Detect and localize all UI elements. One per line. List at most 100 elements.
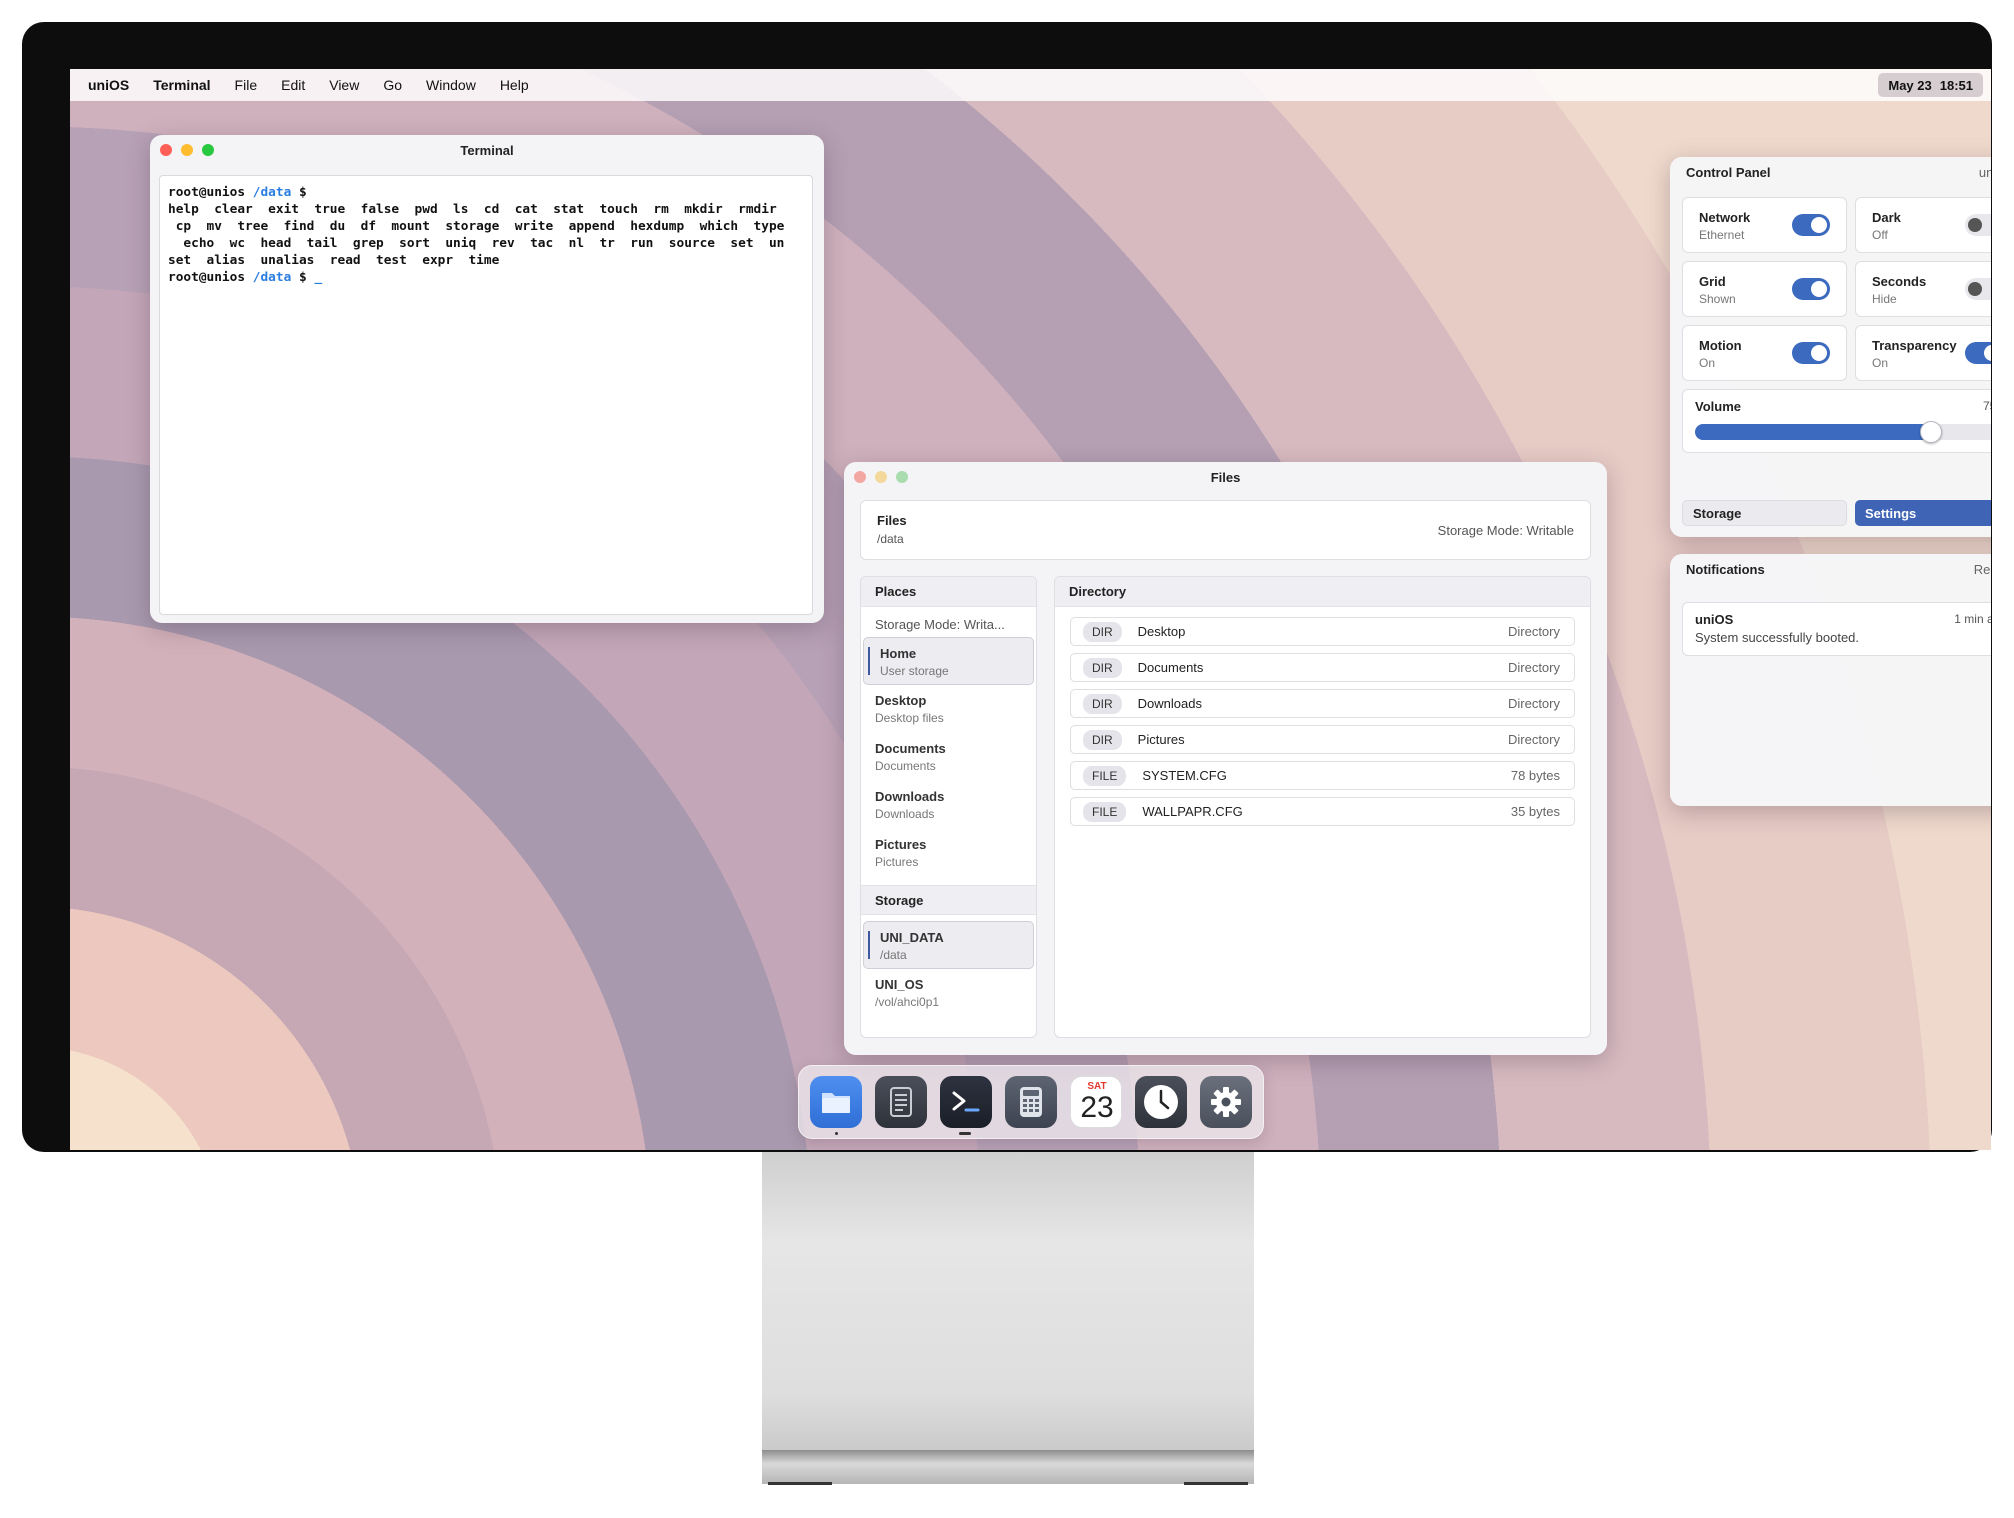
terminal-output[interactable]: root@unios /data $ help clear exit true f… xyxy=(159,175,813,615)
clock-time: 18:51 xyxy=(1939,77,1973,93)
transparency-toggle[interactable] xyxy=(1965,342,1991,364)
files-title: Files xyxy=(1210,469,1241,485)
terminal-output-line: echo wc head tail grep sort uniq rev tac… xyxy=(168,236,785,251)
volume-name: UNI_OS xyxy=(875,977,924,992)
files-window[interactable]: Files Files /data Storage Mode: Writable… xyxy=(844,462,1607,1055)
close-button[interactable] xyxy=(854,471,866,483)
toggle-knob xyxy=(1984,345,1991,361)
prompt-sign: $ xyxy=(299,270,307,285)
volume-slider-handle[interactable] xyxy=(1919,421,1942,443)
prompt-user: root@unios xyxy=(168,270,246,285)
notifications-filter[interactable]: Recent xyxy=(1974,562,1991,577)
menu-view[interactable]: View xyxy=(329,77,359,93)
tile-dark[interactable]: Dark Off xyxy=(1855,197,1991,253)
zoom-button[interactable] xyxy=(202,144,214,156)
tile-state: Ethernet xyxy=(1699,228,1745,242)
tile-grid[interactable]: Grid Shown xyxy=(1682,261,1847,317)
tile-seconds[interactable]: Seconds Hide xyxy=(1855,261,1991,317)
settings-icon[interactable] xyxy=(1200,1076,1252,1128)
list-item[interactable]: DIR Downloads Directory xyxy=(1070,689,1575,718)
menu-brand[interactable]: uniOS xyxy=(88,77,129,93)
list-item[interactable]: DIR Documents Directory xyxy=(1070,653,1575,682)
place-name: Desktop xyxy=(875,693,927,708)
tile-motion[interactable]: Motion On xyxy=(1682,325,1847,381)
toggle-knob xyxy=(1968,218,1982,232)
terminal-prompt-icon xyxy=(952,1091,980,1112)
list-item[interactable]: DIR Desktop Directory xyxy=(1070,617,1575,646)
calendar-icon[interactable]: SAT 23 xyxy=(1070,1076,1122,1128)
menu-app-name[interactable]: Terminal xyxy=(153,77,210,93)
tile-label: Grid xyxy=(1699,274,1726,289)
stand-foot xyxy=(768,1482,832,1485)
calculator-icon[interactable] xyxy=(1005,1076,1057,1128)
notes-icon[interactable] xyxy=(875,1076,927,1128)
notification-card[interactable]: uniOS 1 min ago System successfully boot… xyxy=(1682,602,1991,656)
list-item[interactable]: FILE WALLPAPR.CFG 35 bytes xyxy=(1070,797,1575,826)
grid-toggle[interactable] xyxy=(1792,278,1830,300)
files-icon[interactable] xyxy=(810,1076,862,1128)
list-item[interactable]: DIR Pictures Directory xyxy=(1070,725,1575,754)
sidebar-item-desktop[interactable]: Desktop Desktop files xyxy=(861,685,1036,733)
control-panel-header: Control Panel uniOS xyxy=(1686,165,1991,180)
tile-label: Motion xyxy=(1699,338,1742,353)
running-indicator xyxy=(835,1132,838,1135)
files-header-title: Files xyxy=(877,513,907,528)
monitor-stand-base xyxy=(762,1450,1254,1484)
storage-button[interactable]: Storage xyxy=(1682,500,1847,526)
sidebar-item-documents[interactable]: Documents Documents xyxy=(861,733,1036,781)
terminal-window[interactable]: Terminal root@unios /data $ help clear ex… xyxy=(150,135,824,623)
dark-toggle[interactable] xyxy=(1965,214,1991,236)
tile-label: Transparency xyxy=(1872,338,1957,353)
place-name: Pictures xyxy=(875,837,927,852)
tile-label: Dark xyxy=(1872,210,1901,225)
entry-name: SYSTEM.CFG xyxy=(1142,768,1227,783)
terminal-titlebar[interactable]: Terminal xyxy=(150,135,824,165)
sidebar-item-downloads[interactable]: Downloads Downloads xyxy=(861,781,1036,829)
volume-path: /vol/ahci0p1 xyxy=(875,995,940,1009)
menu-go[interactable]: Go xyxy=(383,77,402,93)
control-panel-brand: uniOS xyxy=(1978,165,1991,180)
entry-name: Downloads xyxy=(1137,696,1202,711)
entry-type-badge: FILE xyxy=(1083,801,1127,822)
terminal-output-line: cp mv tree find du df mount storage writ… xyxy=(168,219,785,234)
tile-network[interactable]: Network Ethernet xyxy=(1682,197,1847,253)
notifications-header: Notifications Recent xyxy=(1686,562,1991,577)
notification-app: uniOS xyxy=(1695,612,1734,627)
tile-label: Seconds xyxy=(1872,274,1927,289)
list-item[interactable]: FILE SYSTEM.CFG 78 bytes xyxy=(1070,761,1575,790)
menu-edit[interactable]: Edit xyxy=(281,77,305,93)
minimize-button[interactable] xyxy=(875,471,887,483)
seconds-toggle[interactable] xyxy=(1965,278,1991,300)
network-toggle[interactable] xyxy=(1792,214,1830,236)
terminal-cursor: _ xyxy=(314,270,323,285)
sidebar-item-pictures[interactable]: Pictures Pictures xyxy=(861,829,1036,877)
clock-icon[interactable] xyxy=(1135,1076,1187,1128)
notifications-title: Notifications xyxy=(1686,562,1765,577)
prompt-user: root@unios xyxy=(168,185,246,200)
place-desc: User storage xyxy=(880,664,949,678)
clock-face-icon xyxy=(1144,1085,1178,1119)
volume-item-uni-data[interactable]: UNI_DATA /data xyxy=(863,921,1034,969)
tile-transparency[interactable]: Transparency On xyxy=(1855,325,1991,381)
toggle-knob xyxy=(1811,345,1827,361)
files-titlebar[interactable]: Files xyxy=(844,462,1607,492)
tile-state: Off xyxy=(1872,228,1888,242)
menu-file[interactable]: File xyxy=(235,77,258,93)
close-button[interactable] xyxy=(160,144,172,156)
menu-help[interactable]: Help xyxy=(500,77,529,93)
terminal-title: Terminal xyxy=(460,142,514,158)
zoom-button[interactable] xyxy=(896,471,908,483)
notification-time: 1 min ago xyxy=(1954,612,1991,626)
entry-name: WALLPAPR.CFG xyxy=(1142,804,1243,819)
sidebar-item-home[interactable]: Home User storage xyxy=(863,637,1034,685)
menu-window[interactable]: Window xyxy=(426,77,476,93)
volume-item-uni-os[interactable]: UNI_OS /vol/ahci0p1 xyxy=(861,969,1036,1017)
menu-clock[interactable]: May 23 18:51 xyxy=(1878,73,1983,97)
terminal-icon[interactable] xyxy=(940,1076,992,1128)
volume-slider[interactable] xyxy=(1695,421,1991,443)
settings-button[interactable]: Settings xyxy=(1855,500,1991,526)
minimize-button[interactable] xyxy=(181,144,193,156)
entry-kind: Directory xyxy=(1507,696,1560,711)
motion-toggle[interactable] xyxy=(1792,342,1830,364)
entry-kind: Directory xyxy=(1507,660,1560,675)
